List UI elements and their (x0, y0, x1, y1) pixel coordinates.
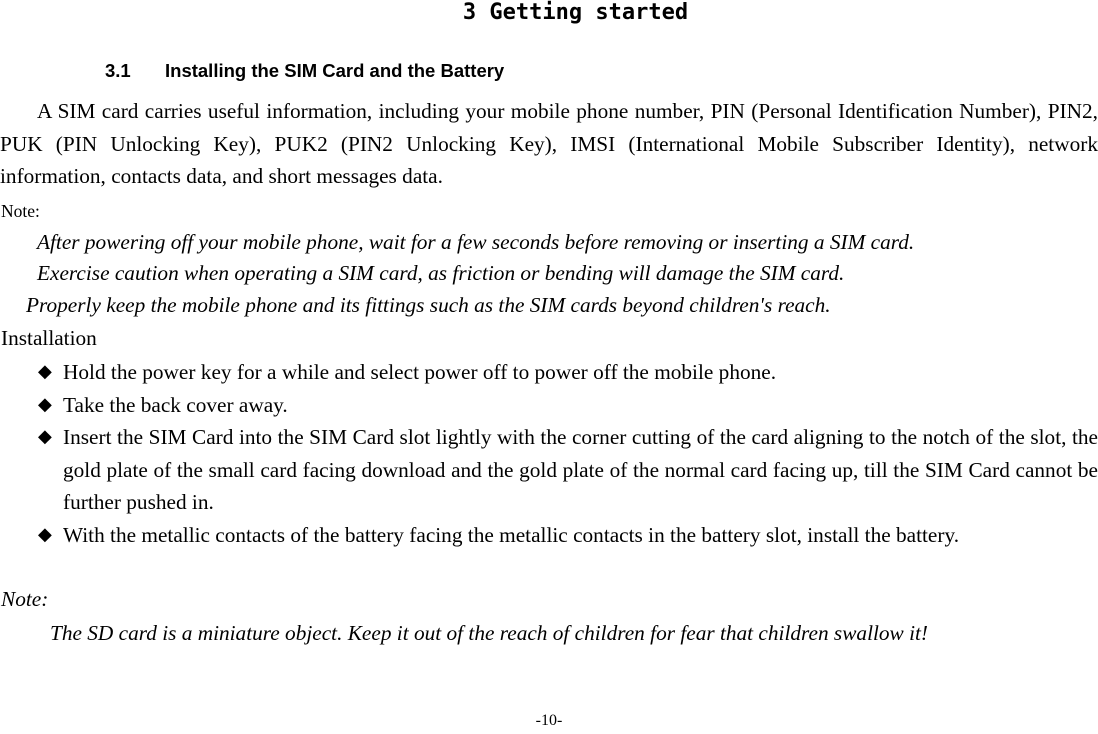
document-page: 3 Getting started 3.1 Installing the SIM … (0, 0, 1098, 734)
installation-steps: ◆ Hold the power key for a while and sel… (0, 356, 1098, 551)
installation-heading: Installation (1, 326, 97, 350)
installation-step: ◆ Hold the power key for a while and sel… (0, 356, 1098, 389)
sd-card-warning: The SD card is a miniature object. Keep … (50, 621, 929, 645)
diamond-bullet-icon: ◆ (38, 393, 52, 415)
step-text: Hold the power key for a while and selec… (63, 360, 777, 384)
note-item: After powering off your mobile phone, wa… (37, 230, 915, 254)
chapter-title: 3 Getting started (462, 0, 689, 25)
note-item: Properly keep the mobile phone and its f… (26, 293, 831, 317)
diamond-bullet-icon: ◆ (38, 426, 52, 447)
note-label: Note: (1, 201, 40, 221)
installation-step: ◆ Insert the SIM Card into the SIM Card … (0, 421, 1098, 519)
step-text: Insert the SIM Card into the SIM Card sl… (63, 425, 1098, 514)
section-heading: 3.1 Installing the SIM Card and the Batte… (105, 59, 504, 83)
diamond-bullet-icon: ◆ (38, 523, 52, 545)
installation-step: ◆ With the metallic contacts of the batt… (0, 519, 1098, 552)
diamond-bullet-icon: ◆ (38, 361, 52, 382)
note-item: Exercise caution when operating a SIM ca… (37, 261, 845, 285)
step-text: Take the back cover away. (63, 392, 288, 417)
section-title: Installing the SIM Card and the Battery (165, 60, 505, 81)
installation-step: ◆ Take the back cover away. (0, 389, 1098, 422)
step-text: With the metallic contacts of the batter… (63, 522, 960, 547)
intro-paragraph: A SIM card carries useful information, i… (0, 99, 1098, 188)
note-label: Note: (1, 587, 49, 611)
section-number: 3.1 (105, 60, 131, 81)
page-number: -10- (535, 712, 563, 729)
